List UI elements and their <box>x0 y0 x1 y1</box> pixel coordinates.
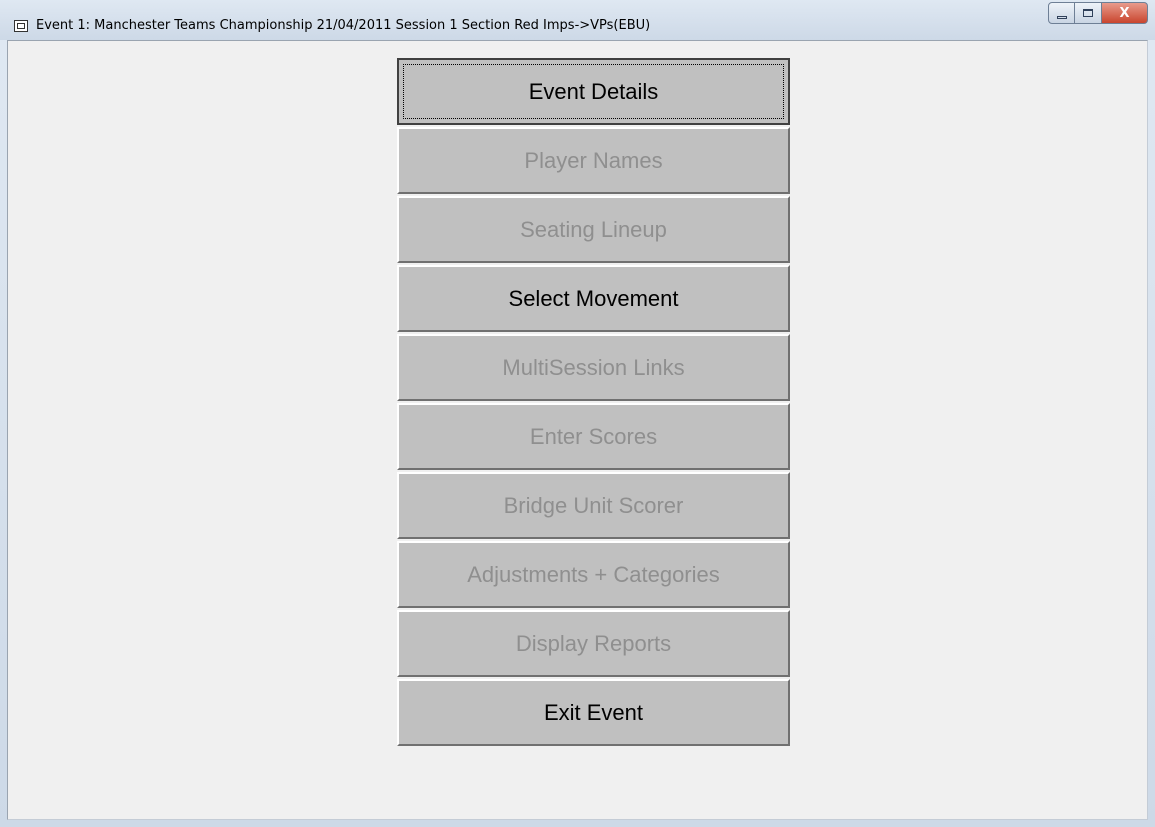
window-frame-left <box>0 40 7 827</box>
window-frame-bottom <box>0 820 1155 827</box>
exit-event-label: Exit Event <box>543 699 644 725</box>
select-movement-button[interactable]: Select Movement <box>397 265 790 332</box>
bridge-unit-scorer-button: Bridge Unit Scorer <box>397 472 790 539</box>
enter-scores-button: Enter Scores <box>397 403 790 470</box>
seating-lineup-button: Seating Lineup <box>397 196 790 263</box>
event-details-button[interactable]: Event Details <box>397 58 790 125</box>
enter-scores-label: Enter Scores <box>529 423 658 449</box>
select-movement-label: Select Movement <box>508 285 679 311</box>
title-bar[interactable]: Event 1: Manchester Teams Championship 2… <box>0 0 1155 40</box>
window-controls: X <box>1048 2 1148 24</box>
maximize-button[interactable] <box>1075 2 1102 24</box>
event-details-label: Event Details <box>528 78 659 104</box>
display-reports-label: Display Reports <box>515 630 672 656</box>
player-names-button: Player Names <box>397 127 790 194</box>
adjustments-categories-label: Adjustments + Categories <box>467 561 720 587</box>
window-title: Event 1: Manchester Teams Championship 2… <box>36 18 651 33</box>
seating-lineup-label: Seating Lineup <box>520 216 667 242</box>
maximize-icon <box>1083 9 1093 17</box>
close-button[interactable]: X <box>1102 2 1148 24</box>
window-icon[interactable] <box>14 20 28 32</box>
display-reports-button: Display Reports <box>397 610 790 677</box>
player-names-label: Player Names <box>524 147 663 173</box>
event-menu: Event Details Player Names Seating Lineu… <box>397 58 790 748</box>
bridge-unit-scorer-label: Bridge Unit Scorer <box>503 492 684 518</box>
multisession-links-label: MultiSession Links <box>502 354 685 380</box>
close-icon: X <box>1119 5 1130 21</box>
window-frame-right <box>1148 40 1155 827</box>
minimize-button[interactable] <box>1048 2 1075 24</box>
adjustments-categories-button: Adjustments + Categories <box>397 541 790 608</box>
multisession-links-button: MultiSession Links <box>397 334 790 401</box>
exit-event-button[interactable]: Exit Event <box>397 679 790 746</box>
minimize-icon <box>1056 15 1067 19</box>
app-window: Event 1: Manchester Teams Championship 2… <box>0 0 1155 827</box>
